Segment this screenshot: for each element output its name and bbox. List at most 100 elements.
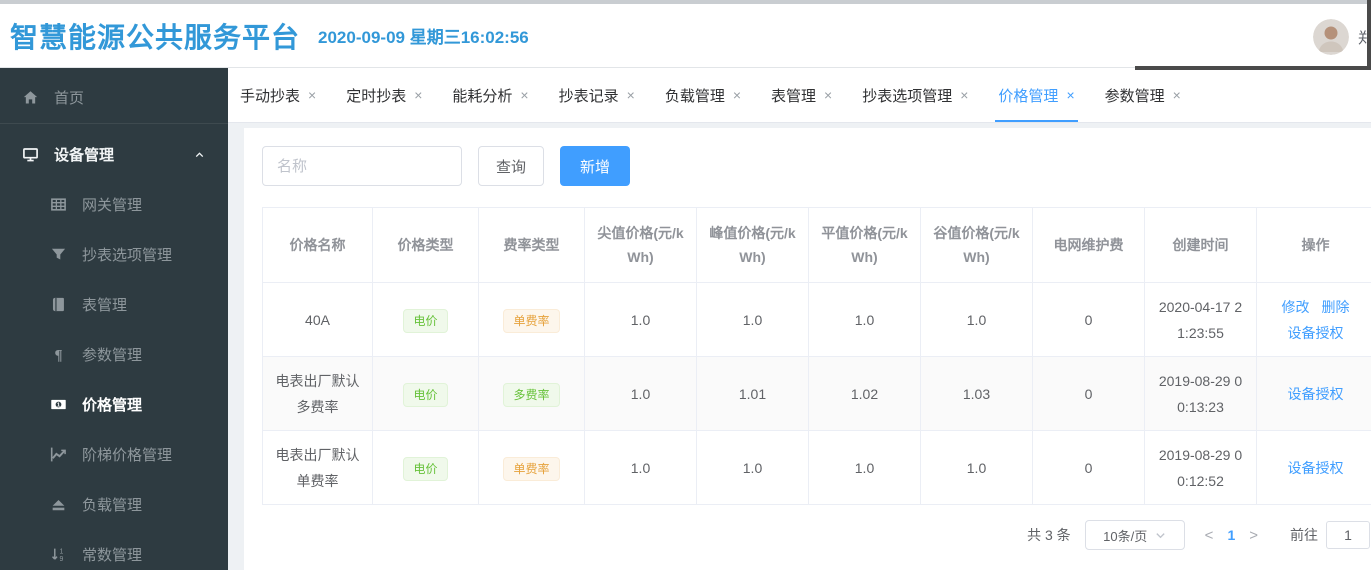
- rate_type-badge: 单费率: [503, 308, 560, 333]
- price_type-badge: 电价: [403, 456, 448, 481]
- add-button[interactable]: 新增: [560, 146, 630, 186]
- main-area: 手动抄表 × 定时抄表 × 能耗分析 × 抄表记录 × 负载管理 × 表管理 × 抄表选项管理 × 价格管理…: [228, 68, 1371, 570]
- page-size-value: 10条/页: [1103, 528, 1148, 544]
- cell-actions: 设备授权: [1256, 356, 1371, 431]
- tab-load-management[interactable]: 负载管理 ×: [665, 68, 741, 122]
- sidebar-item-label: 网关管理: [82, 196, 143, 214]
- cell-price_type: 电价: [372, 282, 479, 357]
- app-title: 智慧能源公共服务平台: [10, 21, 301, 53]
- window-edge-artifact-vertical: [1367, 0, 1371, 70]
- query-button[interactable]: 查询: [478, 146, 544, 186]
- close-icon[interactable]: ×: [1066, 87, 1074, 103]
- svg-text:1: 1: [60, 548, 64, 555]
- cell-name: 40A: [262, 282, 373, 357]
- close-icon[interactable]: ×: [308, 87, 316, 103]
- cell-created: 2019-08-29 0 0:12:52: [1144, 430, 1257, 505]
- cell-peak: 1.01: [696, 356, 809, 431]
- column-header-valley: 谷值价格(元/k Wh): [920, 207, 1033, 283]
- sidebar-item-meter-management[interactable]: 表管理: [0, 279, 228, 329]
- price_type-badge: 电价: [403, 382, 448, 407]
- sidebar-item-label: 常数管理: [82, 546, 143, 564]
- cell-flat: 1.0: [808, 430, 921, 505]
- sidebar-item-label: 表管理: [82, 296, 128, 314]
- column-header-actions: 操作: [1256, 207, 1371, 283]
- cell-name: 电表出厂默认 单费率: [262, 430, 373, 505]
- cell-sharp: 1.0: [584, 430, 697, 505]
- sidebar-item-home[interactable]: 首页: [0, 72, 228, 124]
- pilcrow-icon: ¶: [50, 346, 67, 362]
- monitor-icon: [22, 146, 39, 163]
- cell-valley: 1.0: [920, 430, 1033, 505]
- current-page[interactable]: 1: [1227, 527, 1235, 543]
- sidebar-item-constant-management[interactable]: 1 9 常数管理: [0, 529, 228, 570]
- column-header-price_type: 价格类型: [372, 207, 479, 283]
- header-datetime: 2020-09-09 星期三16:02:56: [318, 28, 529, 47]
- user-area[interactable]: 郑: [1313, 19, 1371, 55]
- sidebar: 首页 设备管理 网关管理 抄表选项管理 表管理 ¶ 参数管理 1 价格管理 阶梯价格管理 负载管理 1…: [0, 68, 228, 570]
- cell-flat: 1.0: [808, 282, 921, 357]
- column-header-maintenance: 电网维护费: [1032, 207, 1145, 283]
- cell-price_type: 电价: [372, 356, 479, 431]
- table-row: 电表出厂默认 多费率 电价 多费率 1.0 1.01 1.02 1.03 0 2019-08-2…: [262, 356, 1371, 431]
- cell-price_type: 电价: [372, 430, 479, 505]
- tab-scheduled-meter-reading[interactable]: 定时抄表 ×: [346, 68, 422, 122]
- close-icon[interactable]: ×: [414, 87, 422, 103]
- eject-icon: [50, 496, 67, 513]
- cell-rate_type: 单费率: [478, 282, 585, 357]
- goto-page-input[interactable]: [1326, 521, 1370, 549]
- prev-page-button[interactable]: <: [1205, 527, 1214, 544]
- close-icon[interactable]: ×: [1173, 87, 1181, 103]
- avatar[interactable]: [1313, 19, 1349, 55]
- action-link[interactable]: 设备授权: [1288, 455, 1344, 481]
- chevron-down-icon: [1155, 530, 1166, 541]
- sidebar-item-load-management[interactable]: 负载管理: [0, 479, 228, 529]
- pagination: 共 3 条 10条/页 < 1 > 前往 页: [244, 520, 1371, 550]
- cell-flat: 1.02: [808, 356, 921, 431]
- sidebar-item-gateway-management[interactable]: 网关管理: [0, 179, 228, 229]
- tab-meter-reading-records[interactable]: 抄表记录 ×: [559, 68, 635, 122]
- tab-manual-meter-reading[interactable]: 手动抄表 ×: [240, 68, 316, 122]
- table-row: 电表出厂默认 单费率 电价 单费率 1.0 1.0 1.0 1.0 0 2019-08-29 0…: [262, 430, 1371, 505]
- close-icon[interactable]: ×: [824, 87, 832, 103]
- sidebar-item-tiered-price-management[interactable]: 阶梯价格管理: [0, 429, 228, 479]
- tab-meter-reading-options[interactable]: 抄表选项管理 ×: [862, 68, 968, 122]
- close-icon[interactable]: ×: [520, 87, 528, 103]
- table-row: 40A 电价 单费率 1.0 1.0 1.0 1.0 0 2020-04-17 2 1:23:5…: [262, 282, 1371, 357]
- search-input[interactable]: [262, 146, 462, 186]
- toolbar: 查询 新增: [244, 128, 1371, 186]
- tab-label: 抄表记录: [558, 87, 619, 105]
- action-link[interactable]: 删除: [1322, 294, 1350, 320]
- rate_type-badge: 多费率: [503, 382, 560, 407]
- close-icon[interactable]: ×: [627, 87, 635, 103]
- topbar: 智慧能源公共服务平台 2020-09-09 星期三16:02:56 郑: [0, 0, 1371, 68]
- next-page-button[interactable]: >: [1249, 527, 1258, 544]
- window-edge-artifact-horizontal: [1135, 66, 1371, 70]
- sidebar-item-parameter-management[interactable]: ¶ 参数管理: [0, 329, 228, 379]
- action-link[interactable]: 修改: [1282, 294, 1310, 320]
- tab-label: 价格管理: [998, 87, 1059, 105]
- tab-price-management[interactable]: 价格管理 ×: [995, 68, 1078, 122]
- svg-text:9: 9: [60, 555, 64, 562]
- close-icon[interactable]: ×: [733, 87, 741, 103]
- rate_type-badge: 单费率: [503, 456, 560, 481]
- close-icon[interactable]: ×: [960, 87, 968, 103]
- tab-parameter-management[interactable]: 参数管理 ×: [1105, 68, 1181, 122]
- column-header-sharp: 尖值价格(元/k Wh): [584, 207, 697, 283]
- chevron-up-icon: [193, 148, 206, 161]
- action-link[interactable]: 设备授权: [1288, 381, 1344, 407]
- sidebar-item-meter-reading-options[interactable]: 抄表选项管理: [0, 229, 228, 279]
- sidebar-item-label: 首页: [54, 90, 85, 107]
- cell-created: 2020-04-17 2 1:23:55: [1144, 282, 1257, 357]
- page-size-select[interactable]: 10条/页: [1084, 520, 1185, 550]
- tab-energy-analysis[interactable]: 能耗分析 ×: [452, 68, 528, 122]
- column-header-created: 创建时间: [1144, 207, 1257, 283]
- cell-valley: 1.0: [920, 282, 1033, 357]
- column-header-flat: 平值价格(元/k Wh): [808, 207, 921, 283]
- tab-meter-management[interactable]: 表管理 ×: [771, 68, 832, 122]
- action-link[interactable]: 设备授权: [1288, 320, 1344, 346]
- sidebar-item-price-management[interactable]: 1 价格管理: [0, 379, 228, 429]
- sidebar-item-device-management[interactable]: 设备管理: [0, 129, 228, 179]
- sidebar-item-label: 抄表选项管理: [82, 246, 173, 264]
- content-card: 查询 新增 价格名称价格类型费率类型尖值价格(元/k Wh)峰值价格(元/k W…: [244, 128, 1371, 570]
- cell-rate_type: 多费率: [478, 356, 585, 431]
